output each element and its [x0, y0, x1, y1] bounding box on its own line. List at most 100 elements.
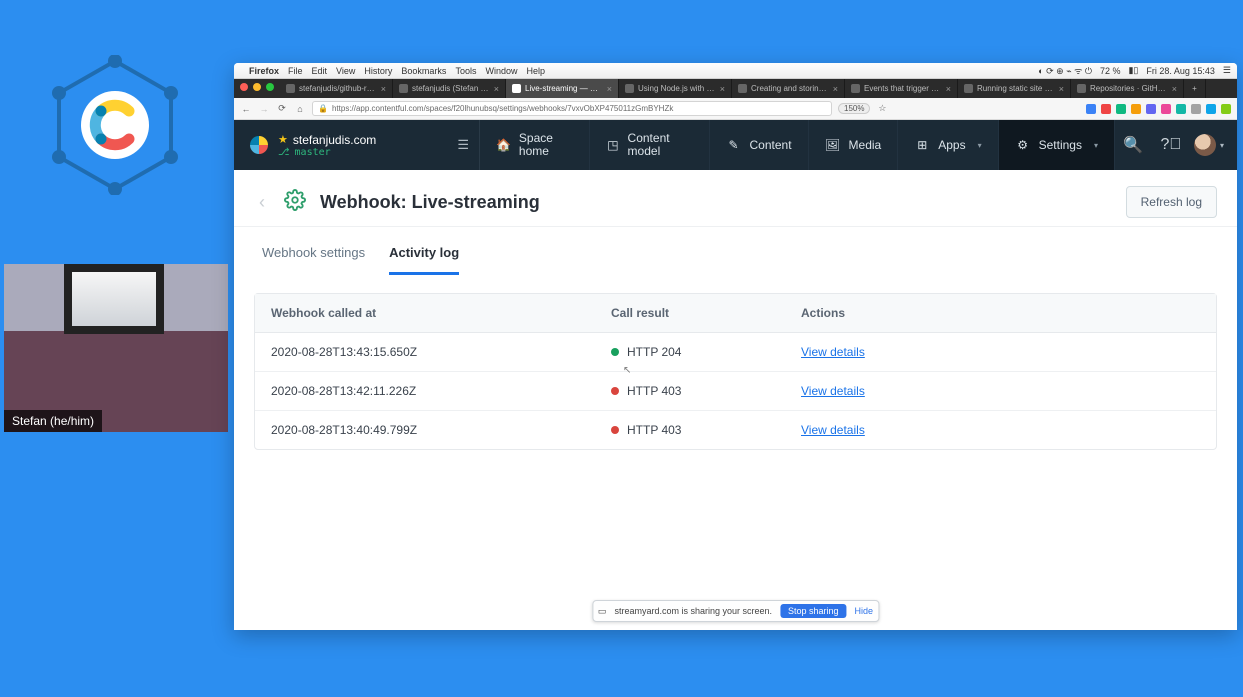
- nav-collapse-icon[interactable]: ☰: [447, 120, 480, 170]
- nav-forward-icon[interactable]: →: [258, 104, 270, 114]
- menubar-status-icons[interactable]: ◐ ⟳ ⊕ ⌁ ᯤ ⏻: [1038, 64, 1092, 77]
- tab-close-icon[interactable]: ×: [607, 84, 612, 94]
- browser-tab[interactable]: stefanjudis/github-readme-w… ×: [280, 79, 393, 98]
- cube-icon: ◳: [606, 137, 619, 153]
- battery-icon: ▮▯: [1128, 65, 1138, 76]
- tab-close-icon[interactable]: ×: [946, 84, 951, 94]
- address-bar[interactable]: 🔒 https://app.contentful.com/spaces/f20l…: [312, 101, 832, 116]
- menu-file[interactable]: File: [288, 66, 303, 76]
- help-icon[interactable]: ?⃝: [1153, 120, 1189, 170]
- table-row: 2020-08-28T13:40:49.799Z HTTP 403 View det…: [255, 411, 1216, 449]
- nav-settings[interactable]: ⚙ Settings ▾: [999, 120, 1115, 170]
- search-icon[interactable]: 🔍: [1115, 120, 1151, 170]
- nav-reload-icon[interactable]: ⟳: [276, 103, 288, 114]
- extension-icon[interactable]: [1221, 104, 1231, 114]
- menu-history[interactable]: History: [364, 66, 392, 76]
- contentful-hex-logo: [45, 55, 185, 195]
- extension-icon[interactable]: [1116, 104, 1126, 114]
- bookmark-star-icon[interactable]: ☆: [876, 103, 888, 114]
- tab-label: stefanjudis/github-readme-w…: [299, 84, 377, 93]
- menu-edit[interactable]: Edit: [312, 66, 328, 76]
- home-icon: 🏠: [496, 137, 511, 153]
- gear-icon: ⚙: [1015, 137, 1031, 153]
- share-message: streamyard.com is sharing your screen.: [614, 606, 772, 616]
- menubar-search-icon[interactable]: ☰: [1223, 65, 1231, 76]
- tab-close-icon[interactable]: ×: [1059, 84, 1064, 94]
- page-tabs: Webhook settings Activity log: [234, 227, 1237, 275]
- view-details-link[interactable]: View details: [801, 384, 865, 398]
- col-call-result: Call result: [611, 306, 801, 320]
- contentful-logo-icon: [250, 136, 268, 154]
- tab-close-icon[interactable]: ×: [833, 84, 838, 94]
- hide-sharing-bar-button[interactable]: Hide: [855, 606, 874, 616]
- extension-icon[interactable]: [1131, 104, 1141, 114]
- new-tab-button[interactable]: +: [1184, 79, 1206, 98]
- menu-window[interactable]: Window: [485, 66, 517, 76]
- nav-media[interactable]: 🖼 Media: [809, 120, 899, 170]
- env-name: master: [295, 147, 331, 158]
- stop-sharing-button[interactable]: Stop sharing: [780, 604, 847, 618]
- menubar-clock[interactable]: Fri 28. Aug 15:43: [1146, 66, 1215, 76]
- star-icon: ★: [278, 133, 288, 146]
- image-icon: 🖼: [825, 137, 841, 153]
- browser-tab[interactable]: Using Node.js with GitHub A…×: [619, 79, 732, 98]
- menu-bookmarks[interactable]: Bookmarks: [401, 66, 446, 76]
- zoom-badge[interactable]: 150%: [838, 103, 870, 114]
- user-menu[interactable]: ▾: [1191, 120, 1227, 170]
- tab-favicon: [738, 84, 747, 93]
- browser-tab[interactable]: Live-streaming — Webhooks×: [506, 79, 619, 98]
- menu-help[interactable]: Help: [526, 66, 545, 76]
- tab-activity-log[interactable]: Activity log: [389, 245, 459, 275]
- tab-close-icon[interactable]: ×: [381, 84, 386, 94]
- lock-icon: 🔒: [318, 104, 328, 113]
- browser-tab[interactable]: Creating and storing encryp… ×: [732, 79, 845, 98]
- extension-icon[interactable]: [1191, 104, 1201, 114]
- extension-icon[interactable]: [1206, 104, 1216, 114]
- url-text: https://app.contentful.com/spaces/f20lhu…: [332, 104, 673, 113]
- tab-webhook-settings[interactable]: Webhook settings: [262, 245, 365, 275]
- nav-home-icon[interactable]: ⌂: [294, 104, 306, 114]
- nav-content-model[interactable]: ◳ Content model: [590, 120, 709, 170]
- window-traffic-lights[interactable]: [240, 83, 274, 91]
- avatar: [1194, 134, 1216, 156]
- browser-toolbar: ← → ⟳ ⌂ 🔒 https://app.contentful.com/spa…: [234, 98, 1237, 120]
- extension-icon[interactable]: [1101, 104, 1111, 114]
- browser-tab[interactable]: Running static site builds wi…×: [958, 79, 1071, 98]
- contentful-top-nav: ★stefanjudis.com ⎇master ☰ 🏠 Space home …: [234, 120, 1237, 170]
- space-switcher[interactable]: ★stefanjudis.com ⎇master: [234, 120, 447, 170]
- view-details-link[interactable]: View details: [801, 345, 865, 359]
- tab-label: Creating and storing encryp…: [751, 84, 829, 93]
- page-header: ‹ Webhook: Live-streaming Refresh log: [234, 170, 1237, 227]
- cell-timestamp: 2020-08-28T13:40:49.799Z: [271, 423, 611, 437]
- menu-tools[interactable]: Tools: [455, 66, 476, 76]
- tab-close-icon[interactable]: ×: [720, 84, 725, 94]
- refresh-log-button[interactable]: Refresh log: [1126, 186, 1217, 218]
- nav-apps[interactable]: ⊞ Apps ▾: [898, 120, 998, 170]
- browser-tab[interactable]: Repositories · GitHub Docs×: [1071, 79, 1184, 98]
- tab-favicon: [964, 84, 973, 93]
- nav-label: Space home: [519, 132, 573, 158]
- extension-icon[interactable]: [1161, 104, 1171, 114]
- browser-tab[interactable]: stefanjudis (Stefan Judis) · …×: [393, 79, 506, 98]
- extension-icons[interactable]: [1086, 104, 1231, 114]
- status-text: HTTP 403: [627, 423, 681, 437]
- nav-space-home[interactable]: 🏠 Space home: [480, 120, 590, 170]
- status-dot-icon: [611, 426, 619, 434]
- tab-favicon: [399, 84, 408, 93]
- share-icon: ▭: [598, 606, 607, 617]
- extension-icon[interactable]: [1146, 104, 1156, 114]
- tab-close-icon[interactable]: ×: [494, 84, 499, 94]
- back-button[interactable]: ‹: [254, 192, 270, 213]
- nav-back-icon[interactable]: ←: [240, 104, 252, 114]
- battery-percent: 72 %: [1100, 66, 1121, 76]
- view-details-link[interactable]: View details: [801, 423, 865, 437]
- cell-result: HTTP 403: [611, 384, 801, 398]
- extension-icon[interactable]: [1086, 104, 1096, 114]
- menu-view[interactable]: View: [336, 66, 355, 76]
- nav-content[interactable]: ✎ Content: [710, 120, 809, 170]
- status-dot-icon: [611, 387, 619, 395]
- extension-icon[interactable]: [1176, 104, 1186, 114]
- tab-close-icon[interactable]: ×: [1172, 84, 1177, 94]
- browser-tab[interactable]: Events that trigger workflow…×: [845, 79, 958, 98]
- app-name[interactable]: Firefox: [249, 66, 279, 76]
